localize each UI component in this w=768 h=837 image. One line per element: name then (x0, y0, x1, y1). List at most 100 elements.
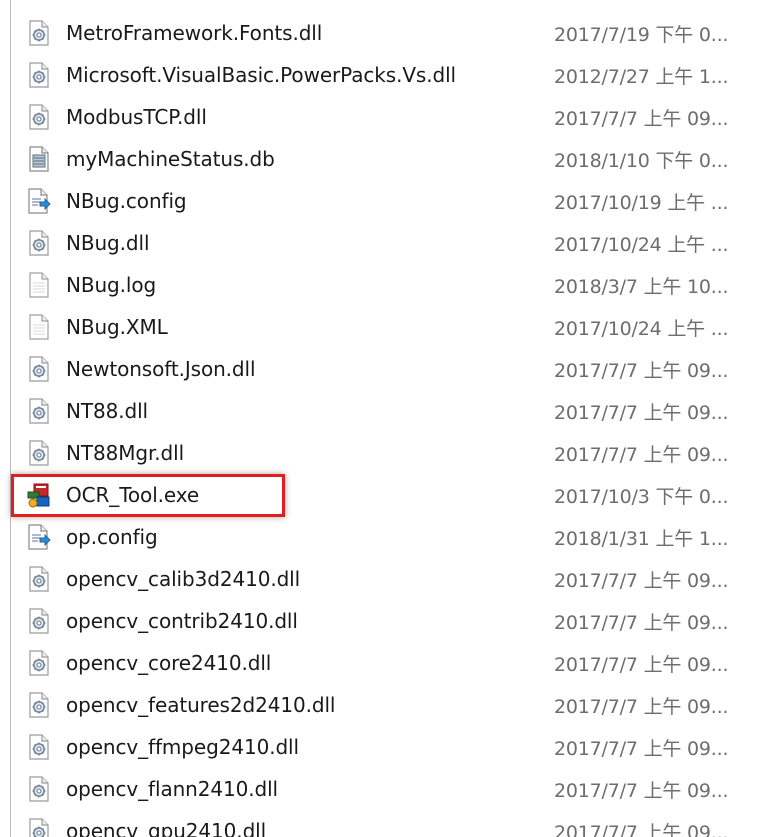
file-row[interactable]: Newtonsoft.Json.dll 2017/7/7 上午 09... (24, 348, 768, 390)
file-name: op.config (66, 525, 158, 549)
file-row[interactable]: opencv_core2410.dll 2017/7/7 上午 09... (24, 642, 768, 684)
file-name: opencv_flann2410.dll (66, 777, 279, 801)
file-date-modified: 2017/7/7 上午 09... (554, 443, 729, 466)
file-name: NBug.XML (66, 315, 168, 339)
dll-settings-icon (29, 650, 49, 676)
dll-settings-icon (29, 62, 49, 88)
dll-settings-icon (29, 566, 49, 592)
dll-settings-icon (24, 816, 54, 837)
text-file-icon (24, 270, 54, 300)
file-row[interactable]: NT88Mgr.dll 2017/7/7 上午 09... (24, 432, 768, 474)
file-row[interactable]: opencv_ffmpeg2410.dll 2017/7/7 上午 09... (24, 726, 768, 768)
file-list: MetroFramework.Fonts.dll 2017/7/19 下午 0..… (24, 12, 768, 837)
file-row[interactable]: NBug.log 2018/3/7 上午 10... (24, 264, 768, 306)
file-name: NBug.config (66, 189, 187, 213)
file-name: opencv_contrib2410.dll (66, 609, 298, 633)
file-explorer-list-view: MetroFramework.Fonts.dll 2017/7/19 下午 0..… (0, 0, 768, 837)
file-row[interactable]: myMachineStatus.db 2018/1/10 下午 0... (24, 138, 768, 180)
dll-settings-icon (29, 230, 49, 256)
file-date-modified: 2017/10/24 上午 ... (554, 317, 729, 340)
database-file-icon (24, 144, 54, 174)
dll-settings-icon (24, 354, 54, 384)
dll-settings-icon (24, 774, 54, 804)
text-file-icon (29, 272, 49, 298)
file-date-modified: 2017/7/7 上午 09... (554, 107, 729, 130)
file-name: NBug.log (66, 273, 157, 297)
file-date-modified: 2017/10/24 上午 ... (554, 233, 729, 256)
file-date-modified: 2017/10/3 下午 0... (554, 485, 729, 508)
file-row[interactable]: op.config 2018/1/31 上午 1... (24, 516, 768, 558)
dll-settings-icon (29, 356, 49, 382)
dll-settings-icon (24, 60, 54, 90)
file-row[interactable]: NBug.dll 2017/10/24 上午 ... (24, 222, 768, 264)
config-file-icon (28, 524, 51, 550)
file-date-modified: 2018/1/31 上午 1... (554, 527, 729, 550)
file-name: ModbusTCP.dll (66, 105, 207, 129)
file-row[interactable]: OCR_Tool.exe 2017/10/3 下午 0... (24, 474, 768, 516)
file-date-modified: 2017/10/19 上午 ... (554, 191, 729, 214)
file-row[interactable]: opencv_gpu2410.dll 2017/7/7 上午 09... (24, 810, 768, 837)
dll-settings-icon (24, 228, 54, 258)
file-date-modified: 2017/7/7 上午 09... (554, 821, 729, 837)
file-date-modified: 2017/7/19 下午 0... (554, 23, 729, 46)
file-name: MetroFramework.Fonts.dll (66, 21, 323, 45)
file-name: opencv_ffmpeg2410.dll (66, 735, 299, 759)
file-name: NT88Mgr.dll (66, 441, 185, 465)
config-file-icon (28, 188, 51, 214)
dll-settings-icon (29, 734, 49, 760)
dll-settings-icon (29, 104, 49, 130)
file-date-modified: 2017/7/7 上午 09... (554, 401, 729, 424)
pane-border (10, 0, 11, 837)
file-row[interactable]: opencv_contrib2410.dll 2017/7/7 上午 09... (24, 600, 768, 642)
dll-settings-icon (29, 608, 49, 634)
dll-settings-icon (24, 396, 54, 426)
file-row[interactable]: NBug.config 2017/10/19 上午 ... (24, 180, 768, 222)
file-name: OCR_Tool.exe (66, 483, 200, 507)
file-name: myMachineStatus.db (66, 147, 275, 171)
file-date-modified: 2017/7/7 上午 09... (554, 695, 729, 718)
file-name: Microsoft.VisualBasic.PowerPacks.Vs.dll (66, 63, 456, 87)
file-date-modified: 2017/7/7 上午 09... (554, 653, 729, 676)
dll-settings-icon (24, 102, 54, 132)
dll-settings-icon (29, 440, 49, 466)
file-date-modified: 2017/7/7 上午 09... (554, 779, 729, 802)
file-name: opencv_calib3d2410.dll (66, 567, 301, 591)
dll-settings-icon (29, 20, 49, 46)
dll-settings-icon (29, 398, 49, 424)
file-name: NT88.dll (66, 399, 148, 423)
database-file-icon (29, 146, 49, 172)
file-name: opencv_features2d2410.dll (66, 693, 336, 717)
file-date-modified: 2018/3/7 上午 10... (554, 275, 729, 298)
file-row[interactable]: ModbusTCP.dll 2017/7/7 上午 09... (24, 96, 768, 138)
file-row[interactable]: Microsoft.VisualBasic.PowerPacks.Vs.dll 2… (24, 54, 768, 96)
text-file-icon (29, 314, 49, 340)
dll-settings-icon (24, 690, 54, 720)
dll-settings-icon (24, 438, 54, 468)
file-name: opencv_core2410.dll (66, 651, 272, 675)
file-name: NBug.dll (66, 231, 150, 255)
dll-settings-icon (24, 648, 54, 678)
config-file-icon (24, 522, 54, 552)
dll-settings-icon (24, 564, 54, 594)
dll-settings-icon (29, 818, 49, 837)
file-row[interactable]: opencv_calib3d2410.dll 2017/7/7 上午 09... (24, 558, 768, 600)
file-date-modified: 2012/7/27 上午 1... (554, 65, 729, 88)
text-file-icon (24, 312, 54, 342)
dll-settings-icon (29, 692, 49, 718)
dll-settings-icon (24, 732, 54, 762)
executable-icon (27, 483, 50, 508)
file-date-modified: 2017/7/7 上午 09... (554, 569, 729, 592)
file-row[interactable]: MetroFramework.Fonts.dll 2017/7/19 下午 0..… (24, 12, 768, 54)
file-date-modified: 2018/1/10 下午 0... (554, 149, 729, 172)
file-row[interactable]: NT88.dll 2017/7/7 上午 09... (24, 390, 768, 432)
dll-settings-icon (29, 776, 49, 802)
file-date-modified: 2017/7/7 上午 09... (554, 737, 729, 760)
file-date-modified: 2017/7/7 上午 09... (554, 359, 729, 382)
file-row[interactable]: opencv_features2d2410.dll 2017/7/7 上午 09.… (24, 684, 768, 726)
file-row[interactable]: NBug.XML 2017/10/24 上午 ... (24, 306, 768, 348)
file-row[interactable]: opencv_flann2410.dll 2017/7/7 上午 09... (24, 768, 768, 810)
dll-settings-icon (24, 18, 54, 48)
executable-icon (24, 480, 54, 510)
config-file-icon (24, 186, 54, 216)
dll-settings-icon (24, 606, 54, 636)
